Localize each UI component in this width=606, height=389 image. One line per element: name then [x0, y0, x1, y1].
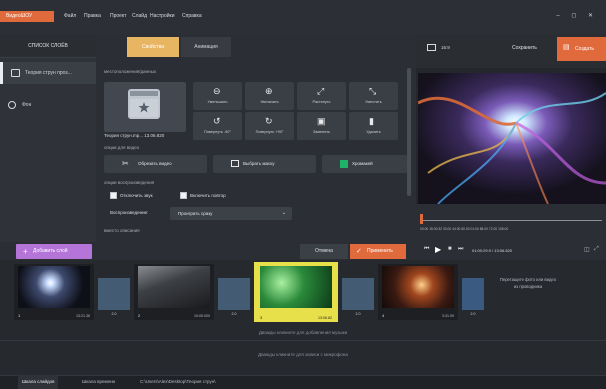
- rotate-left-button[interactable]: ↺ Повернуть -90°: [193, 112, 242, 140]
- delete-button[interactable]: ▮ Удалить: [349, 112, 398, 140]
- project-path: C:\Users\Alex\Desktop\Теория струн\: [140, 379, 216, 384]
- section-playback-label: опции воспроизведения: [104, 180, 155, 185]
- menu-settings[interactable]: Настройки: [150, 11, 175, 22]
- tab-slide-timeline[interactable]: Шкала слайдов: [18, 375, 59, 389]
- section-more-label: вместо описания: [104, 228, 140, 233]
- transition-3[interactable]: 2.0: [342, 278, 374, 316]
- next-icon[interactable]: ⏭: [458, 246, 463, 253]
- image-layer-icon: [11, 69, 20, 77]
- mask-icon: [231, 160, 239, 167]
- transition-1[interactable]: 2.0: [98, 278, 130, 316]
- stretch-button[interactable]: ⤢ Растянуть: [297, 82, 346, 110]
- player-controls: ⏮ ▶ ■ ⏭ 01:00:29.9 / 13:06.820 ◫ ⤢: [416, 242, 606, 260]
- add-layer-button[interactable]: + Добавить слой: [16, 244, 92, 259]
- clip-thumbnail-icon: [128, 89, 160, 119]
- choose-mask-button[interactable]: Выбрать маску: [213, 155, 316, 173]
- menu-file[interactable]: Файл: [64, 11, 76, 22]
- sidebar-item-label: Теория струн проз...: [25, 70, 72, 76]
- save-button[interactable]: Сохранить: [512, 45, 537, 51]
- time-display: 01:00:29.9 / 13:06.820: [472, 248, 513, 253]
- drop-media-hint[interactable]: Перетащите фото или видео из проводника: [498, 276, 558, 290]
- previous-icon[interactable]: ⏮: [424, 246, 429, 253]
- scissors-icon: ✂: [122, 159, 129, 168]
- transition-2[interactable]: 2.0: [218, 278, 250, 316]
- delete-icon: ▮: [369, 116, 374, 126]
- menu-edit[interactable]: Правка: [84, 11, 101, 22]
- create-button[interactable]: ▤ Создать: [557, 37, 606, 61]
- slide-4[interactable]: 4 3:31.09: [378, 264, 458, 320]
- rotate-right-icon: ↻: [265, 116, 273, 126]
- preview-timeline[interactable]: 00:00 15.00:32 33.00 44.00 60.00 01:00 8…: [416, 204, 606, 242]
- playback-label: Воспроизведение:: [110, 210, 149, 215]
- sidebar-item-label: Фон: [22, 102, 32, 108]
- play-icon[interactable]: ▶: [435, 245, 441, 254]
- window-controls[interactable]: – ◻ ✕: [556, 12, 598, 19]
- chroma-key-button[interactable]: Хромакей: [322, 155, 407, 173]
- aspect-ratio-label[interactable]: 16:9: [441, 45, 450, 50]
- music-track-hint[interactable]: Дважды кликните для добавления музыки: [0, 330, 606, 335]
- repeat-checkbox[interactable]: [180, 192, 187, 199]
- fullscreen-icon[interactable]: ⤢: [594, 246, 599, 253]
- layer-file-name: Теория струн.mp... 13.06.820: [104, 133, 165, 138]
- replace-icon: ▣: [317, 116, 326, 126]
- mute-label: Отключить звук: [120, 193, 153, 198]
- preview-frame-image: [418, 73, 606, 204]
- cancel-button[interactable]: Отмена: [300, 244, 348, 259]
- zoom-in-icon: ⊕: [265, 86, 273, 96]
- menu-slide[interactable]: Слайд: [132, 11, 147, 22]
- properties-scrollbar[interactable]: [407, 68, 411, 196]
- zoom-in-button[interactable]: ⊕ Увеличить: [245, 82, 294, 110]
- sidebar-item-background[interactable]: Фон: [0, 94, 96, 116]
- section-video-label: опции для видео: [104, 145, 140, 150]
- tab-time-timeline[interactable]: Шкала времени: [78, 375, 119, 389]
- timeline-ruler: [420, 220, 602, 221]
- film-icon: ▤: [563, 44, 570, 51]
- mute-checkbox[interactable]: [110, 192, 117, 199]
- voice-track-hint[interactable]: Дважды кликните для записи с микрофона: [0, 352, 606, 357]
- chevron-down-icon: ⌄: [281, 210, 286, 216]
- playhead[interactable]: [420, 214, 423, 224]
- slide-thumbnail: [382, 266, 454, 308]
- fit-icon: ⤡: [369, 86, 377, 96]
- app-brand[interactable]: ВидеоШОУ: [0, 11, 54, 22]
- chroma-key-icon: [340, 160, 348, 168]
- background-icon: [8, 101, 16, 109]
- playback-select[interactable]: Проиграть сразу ⌄: [170, 207, 292, 220]
- monitor-icon: [427, 44, 436, 51]
- rotate-right-button[interactable]: ↻ Повернуть +90°: [245, 112, 294, 140]
- replace-button[interactable]: ▣ Заменить: [297, 112, 346, 140]
- tab-animation[interactable]: Анимация: [181, 37, 231, 57]
- timeline-ticks: 00:00 15.00:32 33.00 44.00 60.00 01:00 8…: [420, 227, 509, 231]
- tab-properties[interactable]: Свойства: [127, 37, 179, 57]
- stop-icon[interactable]: ■: [448, 246, 452, 252]
- slide-thumbnail: [18, 266, 90, 308]
- rotate-left-icon: ↺: [213, 116, 221, 126]
- video-preview[interactable]: [418, 73, 606, 204]
- trim-video-button[interactable]: ✂ Обрезать видео: [104, 155, 207, 173]
- slide-3-selected[interactable]: 3 13:06.82: [254, 262, 338, 322]
- transition-4[interactable]: 2.0: [462, 278, 484, 316]
- slide-2[interactable]: 2 10:05.000: [134, 264, 214, 320]
- track-divider: [0, 340, 606, 341]
- slide-thumbnail: [260, 266, 332, 308]
- slide-thumbnail: [138, 266, 210, 308]
- zoom-out-icon: ⊖: [213, 86, 221, 96]
- apply-button[interactable]: ✓ Применить: [350, 244, 406, 259]
- section-file-label: местоположения/данных: [104, 69, 157, 74]
- checkmark-icon: ✓: [356, 248, 362, 255]
- stretch-icon: ⤢: [317, 86, 325, 96]
- fit-button[interactable]: ⤡ Уместить: [349, 82, 398, 110]
- plus-icon: +: [23, 247, 28, 256]
- layers-header[interactable]: СПИСОК СЛОЁВ: [0, 34, 96, 58]
- slide-1[interactable]: 1 13:21.36: [14, 264, 94, 320]
- sidebar-item-layer-1[interactable]: Теория струн проз...: [0, 62, 96, 84]
- repeat-label: Включить повтор: [190, 193, 226, 198]
- menu-help[interactable]: Справка: [182, 11, 202, 22]
- zoom-out-button[interactable]: ⊖ Уменьшить: [193, 82, 242, 110]
- menu-project[interactable]: Проект: [110, 11, 126, 22]
- volume-icon[interactable]: ◫: [584, 246, 590, 253]
